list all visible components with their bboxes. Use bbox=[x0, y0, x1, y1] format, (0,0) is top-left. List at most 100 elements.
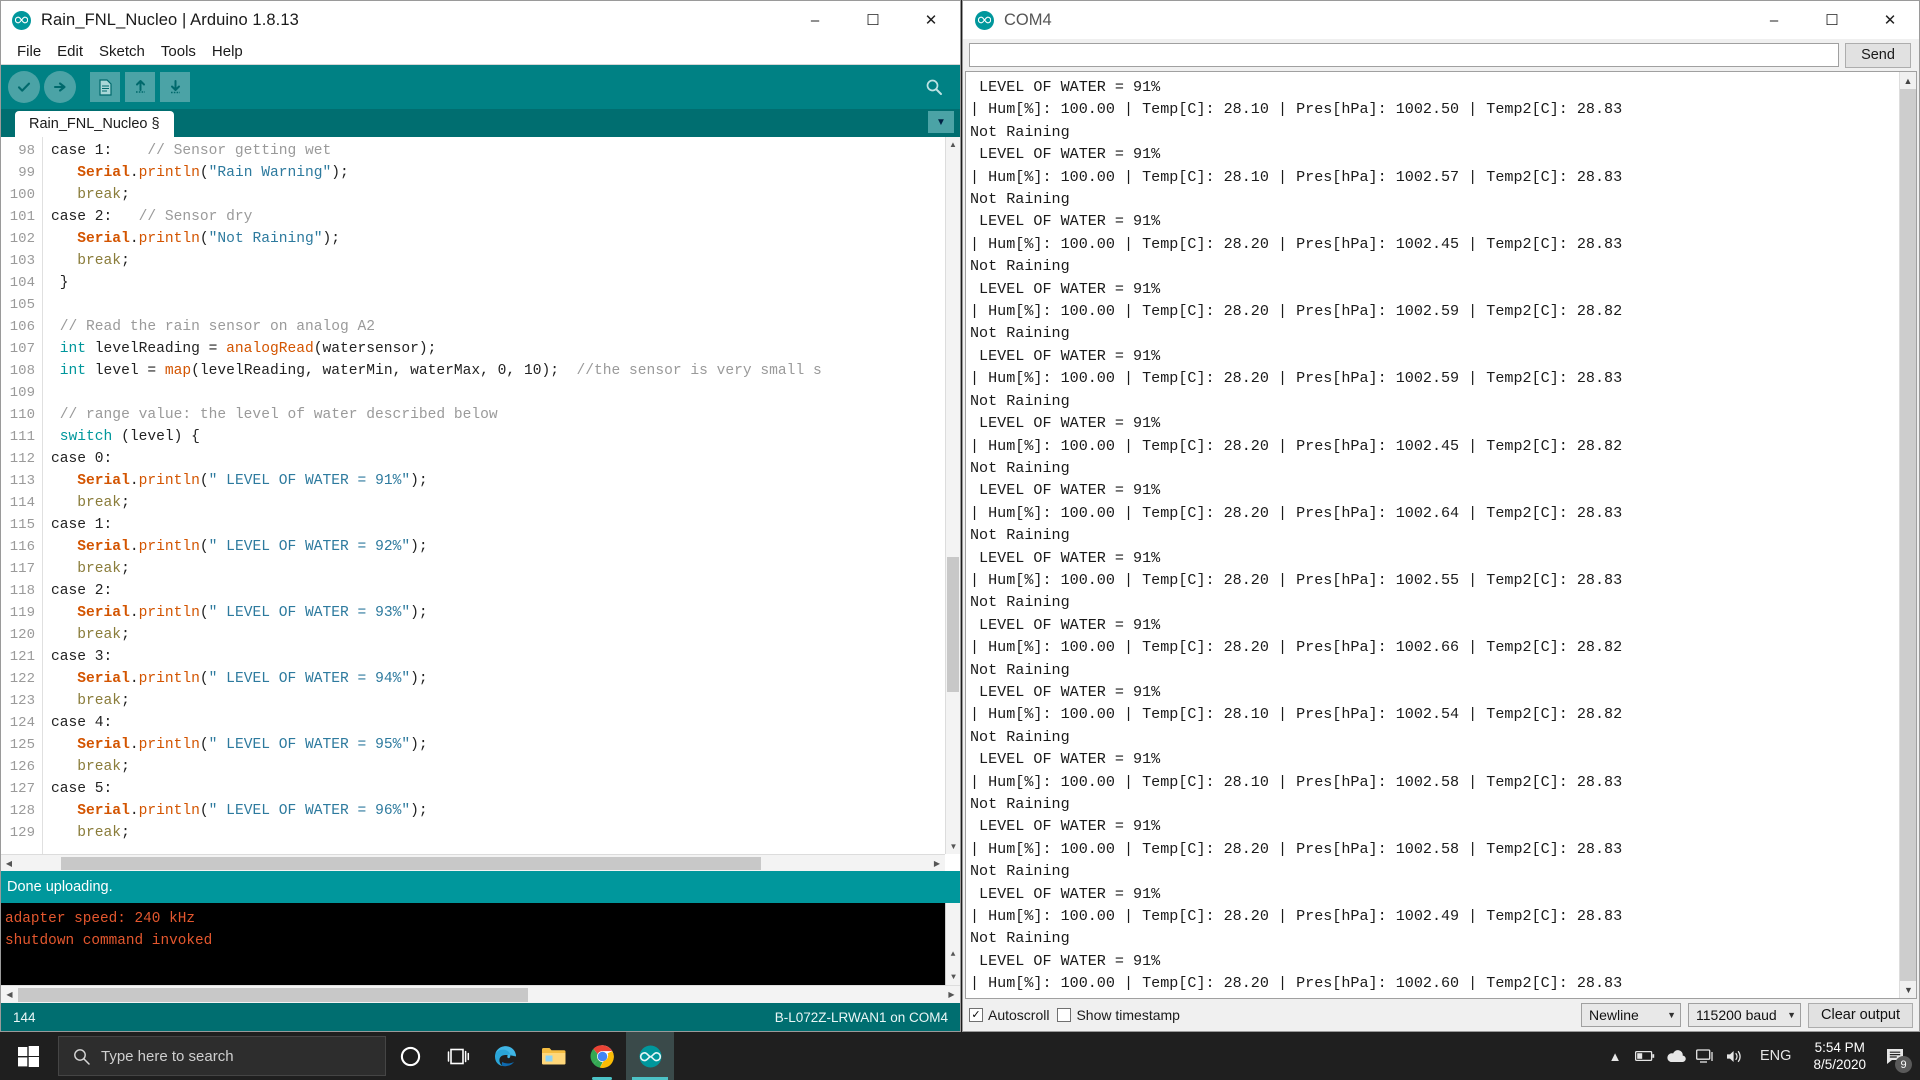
scroll-left-icon[interactable]: ◀ bbox=[1, 859, 17, 868]
console-scroll-left-icon[interactable]: ◀ bbox=[1, 990, 18, 999]
upload-button[interactable] bbox=[44, 71, 76, 103]
task-view-icon[interactable] bbox=[434, 1032, 482, 1080]
arduino-close-button[interactable]: ✕ bbox=[902, 1, 960, 39]
clear-output-button[interactable]: Clear output bbox=[1808, 1002, 1913, 1028]
autoscroll-checkbox[interactable]: ✓ Autoscroll bbox=[969, 1007, 1049, 1023]
notification-center-icon[interactable]: 9 bbox=[1878, 1032, 1914, 1080]
console-scroll-down-icon[interactable]: ▼ bbox=[946, 970, 960, 985]
verify-button[interactable] bbox=[8, 71, 40, 103]
code-line[interactable]: // range value: the level of water descr… bbox=[43, 404, 960, 426]
code-line[interactable]: case 0: bbox=[43, 448, 960, 470]
scroll-down-icon[interactable]: ▼ bbox=[946, 839, 960, 854]
new-sketch-button[interactable] bbox=[90, 72, 120, 102]
serial-send-input[interactable] bbox=[969, 43, 1839, 67]
code-line[interactable]: break; bbox=[43, 756, 960, 778]
menu-tools[interactable]: Tools bbox=[153, 41, 204, 62]
code-line[interactable]: case 2: // Sensor dry bbox=[43, 206, 960, 228]
code-line[interactable]: Serial.println(" LEVEL OF WATER = 92%"); bbox=[43, 536, 960, 558]
code-line[interactable]: int level = map(levelReading, waterMin, … bbox=[43, 360, 960, 382]
serial-monitor-titlebar[interactable]: COM4 – ☐ ✕ bbox=[963, 1, 1919, 39]
serial-maximize-button[interactable]: ☐ bbox=[1803, 1, 1861, 39]
code-line[interactable]: break; bbox=[43, 822, 960, 844]
google-chrome-icon[interactable] bbox=[578, 1032, 626, 1080]
menu-edit[interactable]: Edit bbox=[49, 41, 91, 62]
battery-icon[interactable] bbox=[1630, 1032, 1660, 1080]
scroll-right-icon[interactable]: ▶ bbox=[929, 859, 945, 868]
sketch-tab[interactable]: Rain_FNL_Nucleo § bbox=[15, 111, 174, 137]
serial-vscroll-thumb[interactable] bbox=[1900, 89, 1916, 981]
code-line[interactable]: case 5: bbox=[43, 778, 960, 800]
code-line[interactable]: case 2: bbox=[43, 580, 960, 602]
arduino-minimize-button[interactable]: – bbox=[786, 1, 844, 39]
code-text-area[interactable]: case 1: // Sensor getting wet Serial.pri… bbox=[43, 137, 960, 871]
autoscroll-checkbox-box[interactable]: ✓ bbox=[969, 1008, 983, 1022]
show-timestamp-checkbox-box[interactable] bbox=[1057, 1008, 1072, 1022]
code-line[interactable]: Serial.println(" LEVEL OF WATER = 93%"); bbox=[43, 602, 960, 624]
code-line[interactable]: // Read the rain sensor on analog A2 bbox=[43, 316, 960, 338]
send-button[interactable]: Send bbox=[1845, 42, 1911, 68]
arduino-titlebar[interactable]: Rain_FNL_Nucleo | Arduino 1.8.13 – ☐ ✕ bbox=[1, 1, 960, 39]
scroll-up-icon[interactable]: ▲ bbox=[946, 137, 960, 152]
arduino-icon[interactable] bbox=[626, 1032, 674, 1080]
input-language-indicator[interactable]: ENG bbox=[1750, 1048, 1801, 1064]
save-sketch-button[interactable] bbox=[160, 72, 190, 102]
arduino-maximize-button[interactable]: ☐ bbox=[844, 1, 902, 39]
code-line[interactable]: case 4: bbox=[43, 712, 960, 734]
cortana-icon[interactable] bbox=[386, 1032, 434, 1080]
code-line[interactable]: int levelReading = analogRead(watersenso… bbox=[43, 338, 960, 360]
show-hidden-icons-chevron-icon[interactable]: ▲ bbox=[1600, 1032, 1630, 1080]
code-line[interactable]: break; bbox=[43, 250, 960, 272]
serial-vertical-scrollbar[interactable]: ▲ ▼ bbox=[1899, 72, 1916, 998]
serial-scroll-up-icon[interactable]: ▲ bbox=[1900, 72, 1916, 89]
code-line[interactable]: Serial.println(" LEVEL OF WATER = 95%"); bbox=[43, 734, 960, 756]
serial-output-panel[interactable]: LEVEL OF WATER = 91% | Hum[%]: 100.00 | T… bbox=[965, 71, 1917, 999]
console-scroll-up-icon[interactable]: ▲ bbox=[946, 947, 960, 962]
code-line[interactable]: case 1: bbox=[43, 514, 960, 536]
search-input[interactable]: Type here to search bbox=[58, 1036, 386, 1076]
code-line[interactable]: switch (level) { bbox=[43, 426, 960, 448]
code-line[interactable]: Serial.println("Not Raining"); bbox=[43, 228, 960, 250]
code-line[interactable]: Serial.println(" LEVEL OF WATER = 96%"); bbox=[43, 800, 960, 822]
serial-minimize-button[interactable]: – bbox=[1745, 1, 1803, 39]
serial-scroll-down-icon[interactable]: ▼ bbox=[1900, 981, 1916, 998]
code-line[interactable]: case 1: // Sensor getting wet bbox=[43, 140, 960, 162]
start-button[interactable] bbox=[0, 1032, 56, 1080]
console-vertical-scrollbar[interactable]: ▲ ▼ bbox=[945, 903, 960, 985]
microsoft-edge-icon[interactable] bbox=[482, 1032, 530, 1080]
serial-monitor-button[interactable] bbox=[918, 71, 950, 103]
menu-file[interactable]: File bbox=[9, 41, 49, 62]
editor-vertical-scrollbar[interactable]: ▲ ▼ bbox=[945, 137, 960, 854]
clock[interactable]: 5:54 PM 8/5/2020 bbox=[1801, 1039, 1878, 1073]
open-sketch-button[interactable] bbox=[125, 72, 155, 102]
code-line[interactable]: break; bbox=[43, 624, 960, 646]
network-icon[interactable] bbox=[1690, 1032, 1720, 1080]
code-line[interactable]: Serial.println("Rain Warning"); bbox=[43, 162, 960, 184]
onedrive-icon[interactable] bbox=[1660, 1032, 1690, 1080]
baud-rate-select[interactable]: 115200 baud ▼ bbox=[1688, 1003, 1801, 1027]
autoscroll-label[interactable]: Autoscroll bbox=[988, 1007, 1049, 1023]
code-line[interactable]: Serial.println(" LEVEL OF WATER = 94%"); bbox=[43, 668, 960, 690]
code-line[interactable]: Serial.println(" LEVEL OF WATER = 91%"); bbox=[43, 470, 960, 492]
line-ending-select[interactable]: Newline ▼ bbox=[1581, 1003, 1681, 1027]
editor-horizontal-scrollbar[interactable]: ◀ ▶ bbox=[1, 854, 945, 871]
show-timestamp-checkbox[interactable]: Show timestamp bbox=[1057, 1007, 1180, 1023]
console-horizontal-scrollbar[interactable]: ◀ ▶ bbox=[1, 985, 960, 1003]
chevron-down-icon[interactable]: ▼ bbox=[928, 111, 954, 133]
console-scroll-right-icon[interactable]: ▶ bbox=[943, 990, 960, 999]
arduino-code-editor[interactable]: 98 99 100 101 102 103 104 105 106 107 108 109 110 111… bbox=[1, 137, 960, 871]
code-line[interactable]: break; bbox=[43, 690, 960, 712]
editor-vscroll-thumb[interactable] bbox=[947, 557, 959, 692]
code-line[interactable] bbox=[43, 382, 960, 404]
file-explorer-icon[interactable] bbox=[530, 1032, 578, 1080]
menu-sketch[interactable]: Sketch bbox=[91, 41, 153, 62]
show-timestamp-label[interactable]: Show timestamp bbox=[1076, 1007, 1179, 1023]
menu-help[interactable]: Help bbox=[204, 41, 251, 62]
code-line[interactable]: case 3: bbox=[43, 646, 960, 668]
console-hscroll-thumb[interactable] bbox=[18, 987, 528, 1002]
code-line[interactable]: break; bbox=[43, 492, 960, 514]
serial-close-button[interactable]: ✕ bbox=[1861, 1, 1919, 39]
code-line[interactable]: break; bbox=[43, 558, 960, 580]
code-line[interactable]: } bbox=[43, 272, 960, 294]
code-line[interactable]: break; bbox=[43, 184, 960, 206]
volume-icon[interactable] bbox=[1720, 1032, 1750, 1080]
